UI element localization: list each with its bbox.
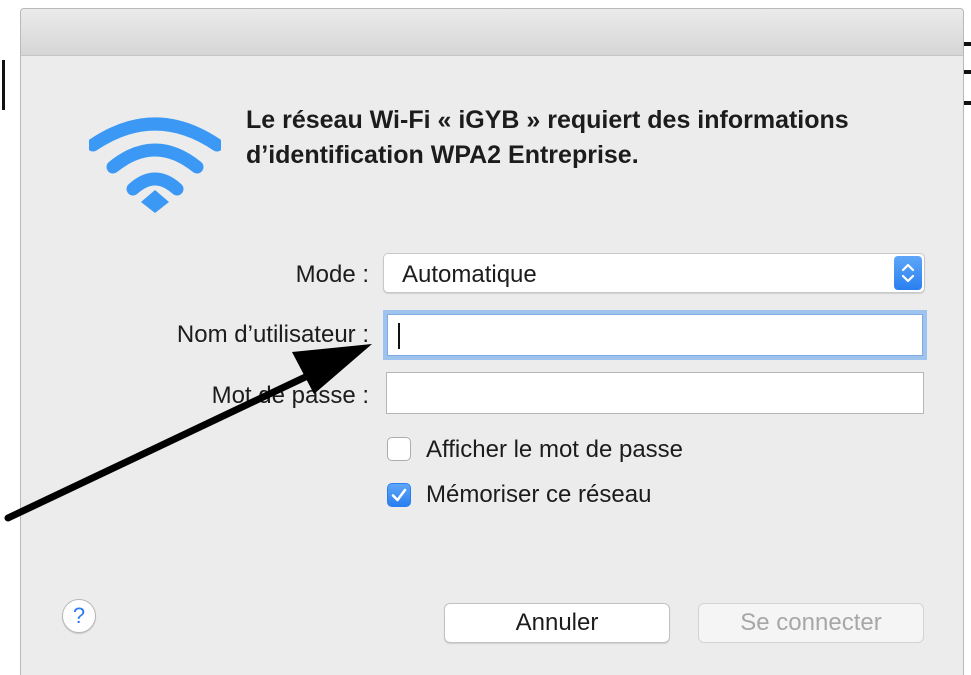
dialog-titlebar bbox=[21, 9, 963, 56]
screenshot-stage: Le réseau Wi-Fi « iGYB » requiert des in… bbox=[0, 0, 971, 675]
text-caret bbox=[398, 323, 400, 349]
wifi-auth-dialog: Le réseau Wi-Fi « iGYB » requiert des in… bbox=[20, 8, 964, 675]
mode-select-value: Automatique bbox=[402, 261, 537, 288]
cancel-button[interactable]: Annuler bbox=[444, 603, 670, 643]
background-window-edge bbox=[2, 60, 5, 110]
username-label: Nom d’utilisateur : bbox=[176, 321, 369, 348]
checkmark-icon bbox=[391, 488, 407, 502]
select-stepper-icon bbox=[894, 256, 922, 290]
username-field[interactable] bbox=[387, 314, 923, 356]
show-password-checkbox[interactable] bbox=[387, 437, 411, 461]
help-button[interactable]: ? bbox=[62, 599, 96, 633]
dialog-heading: Le réseau Wi-Fi « iGYB » requiert des in… bbox=[246, 106, 849, 169]
background-window-edge bbox=[964, 42, 971, 46]
background-window-edge bbox=[964, 70, 971, 74]
help-icon: ? bbox=[72, 603, 86, 628]
remember-network-checkbox[interactable] bbox=[387, 483, 411, 507]
remember-network-label: Mémoriser ce réseau bbox=[426, 481, 652, 508]
connect-button[interactable]: Se connecter bbox=[698, 603, 924, 643]
wifi-icon bbox=[89, 117, 221, 213]
show-password-label: Afficher le mot de passe bbox=[426, 436, 684, 463]
mode-select[interactable]: Automatique bbox=[383, 253, 925, 293]
mode-label: Mode : bbox=[295, 261, 369, 288]
password-field[interactable] bbox=[386, 372, 924, 414]
password-label: Mot de passe : bbox=[211, 382, 369, 409]
background-window-edge bbox=[964, 101, 971, 105]
